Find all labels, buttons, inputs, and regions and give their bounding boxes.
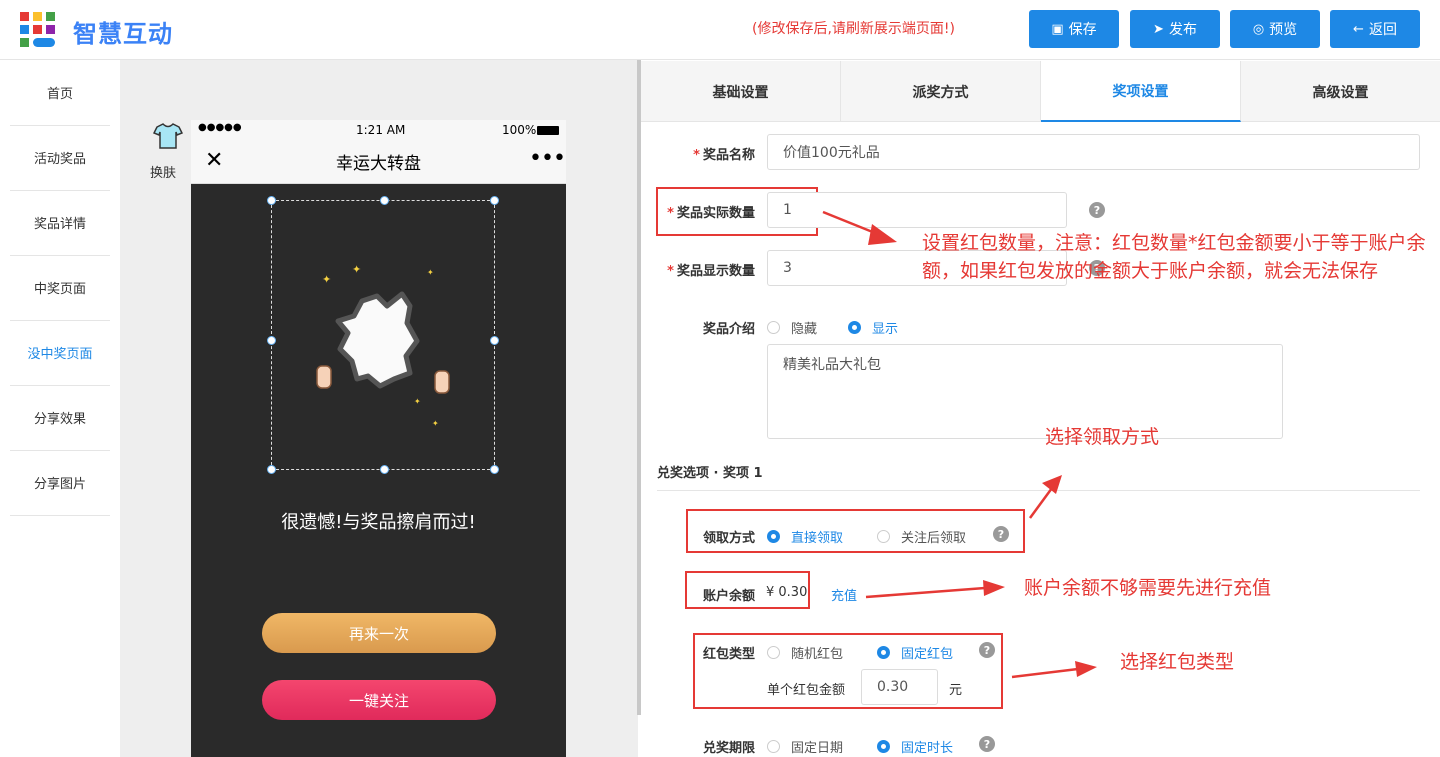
annotation-type-note: 选择红包类型 xyxy=(1120,651,1235,673)
annotation-arrows xyxy=(822,210,1097,679)
annotation-claim-note: 选择领取方式 xyxy=(1045,426,1160,448)
annotation-qty-note: 设置红包数量，注意：红包数量*红包金额要小于等于账户余额，如果红包发放的金额大于… xyxy=(922,232,1426,282)
annotation-balance-note: 账户余额不够需要先进行充值 xyxy=(1024,577,1272,599)
